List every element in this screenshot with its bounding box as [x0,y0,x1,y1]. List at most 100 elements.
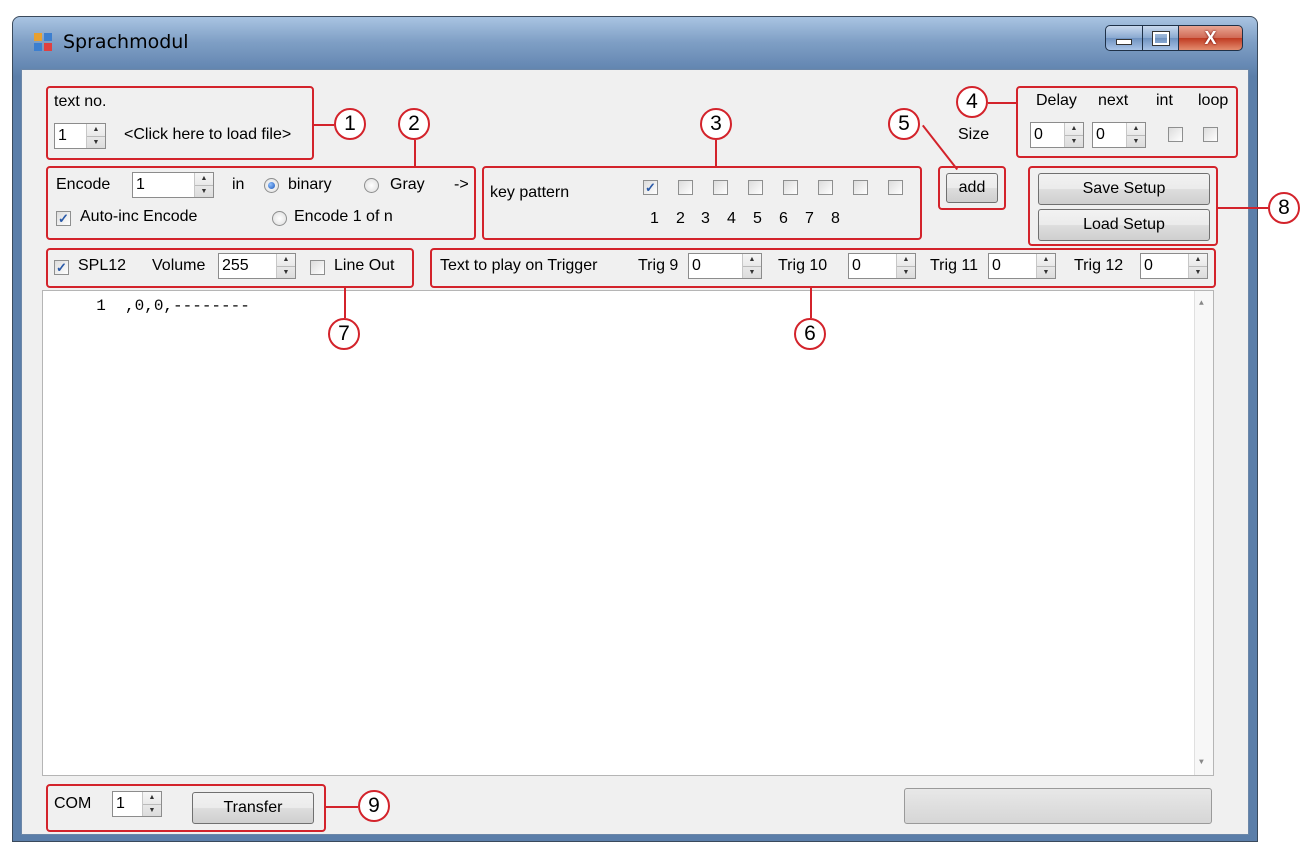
key-checkbox-8[interactable] [888,180,903,195]
trig12-value[interactable]: 0 [1141,254,1188,278]
spin-down-icon[interactable]: ▼ [143,803,161,817]
delay-spinner[interactable]: 0 ▲ ▼ [1030,122,1084,148]
callout-8: 8 [1268,192,1300,224]
key-number-3: 3 [701,210,710,227]
callout-2-line [414,140,416,168]
minimize-icon [1116,39,1132,45]
autoinc-label: Auto-inc Encode [80,208,198,225]
key-number-6: 6 [779,210,788,227]
spin-up-icon[interactable]: ▲ [195,173,213,185]
key-checkbox-7[interactable] [853,180,868,195]
binary-radio[interactable] [264,178,279,193]
spl12-checkbox[interactable]: ✓ [54,260,69,275]
trig10-label: Trig 10 [778,257,828,274]
spin-down-icon[interactable]: ▼ [1189,265,1207,279]
trig9-label: Trig 9 [638,257,679,274]
lineout-label: Line Out [334,257,395,274]
transfer-button[interactable]: Transfer [192,792,314,824]
trig12-label: Trig 12 [1074,257,1124,274]
int-label: int [1156,92,1173,109]
key-checkbox-3[interactable] [713,180,728,195]
encode1ofn-radio[interactable] [272,211,287,226]
encode-label: Encode [56,176,111,193]
key-number-7: 7 [805,210,814,227]
com-spinner[interactable]: 1 ▲ ▼ [112,791,162,817]
window-title: Sprachmodul [63,31,189,53]
encode-value[interactable]: 1 [133,173,194,197]
in-label: in [232,176,245,193]
int-checkbox[interactable] [1168,127,1183,142]
trig9-value[interactable]: 0 [689,254,742,278]
text-no-value[interactable]: 1 [55,124,86,148]
transfer-progress-bar [904,788,1212,824]
maximize-button[interactable] [1143,25,1179,51]
trig12-spinner[interactable]: 0 ▲ ▼ [1140,253,1208,279]
next-value[interactable]: 0 [1093,123,1126,147]
key-pattern-group [482,166,922,240]
spin-up-icon[interactable]: ▲ [87,124,105,136]
spin-down-icon[interactable]: ▼ [1127,134,1145,148]
load-file-link[interactable]: <Click here to load file> [124,126,291,144]
callout-1: 1 [334,108,366,140]
gray-label: Gray [390,176,425,193]
spl12-label: SPL12 [78,257,127,274]
key-number-8: 8 [831,210,840,227]
key-number-1: 1 [650,210,659,227]
close-icon: X [1204,27,1217,48]
callout-5: 5 [888,108,920,140]
spin-up-icon[interactable]: ▲ [743,254,761,266]
com-label: COM [54,795,92,812]
close-button[interactable]: X [1179,25,1243,51]
loop-checkbox[interactable] [1203,127,1218,142]
load-setup-button[interactable]: Load Setup [1038,209,1210,241]
spin-down-icon[interactable]: ▼ [277,265,295,279]
key-checkbox-6[interactable] [818,180,833,195]
volume-spinner[interactable]: 255 ▲ ▼ [218,253,296,279]
spin-up-icon[interactable]: ▲ [1065,123,1083,135]
trig11-value[interactable]: 0 [989,254,1036,278]
spin-up-icon[interactable]: ▲ [897,254,915,266]
minimize-button[interactable] [1105,25,1143,51]
spin-down-icon[interactable]: ▼ [1065,134,1083,148]
callout-2: 2 [398,108,430,140]
spin-up-icon[interactable]: ▲ [1127,123,1145,135]
trig9-spinner[interactable]: 0 ▲ ▼ [688,253,762,279]
add-button[interactable]: add [946,173,998,203]
delay-value[interactable]: 0 [1031,123,1064,147]
spin-down-icon[interactable]: ▼ [897,265,915,279]
spin-down-icon[interactable]: ▼ [87,135,105,149]
spin-up-icon[interactable]: ▲ [277,254,295,266]
key-checkbox-5[interactable] [783,180,798,195]
spin-down-icon[interactable]: ▼ [195,184,213,198]
autoinc-checkbox[interactable]: ✓ [56,211,71,226]
lineout-checkbox[interactable] [310,260,325,275]
encode-spinner[interactable]: 1 ▲ ▼ [132,172,214,198]
text-no-label: text no. [54,93,107,110]
callout-7: 7 [328,318,360,350]
spin-down-icon[interactable]: ▼ [1037,265,1055,279]
script-editor[interactable]: 1 ,0,0,-------- ▲ ▼ [42,290,1214,776]
trig10-spinner[interactable]: 0 ▲ ▼ [848,253,916,279]
key-checkbox-2[interactable] [678,180,693,195]
next-spinner[interactable]: 0 ▲ ▼ [1092,122,1146,148]
window-controls: X [1105,25,1243,53]
gray-radio[interactable] [364,178,379,193]
key-checkbox-4[interactable] [748,180,763,195]
com-value[interactable]: 1 [113,792,142,816]
editor-scrollbar[interactable]: ▲ ▼ [1194,291,1213,775]
spin-up-icon[interactable]: ▲ [1037,254,1055,266]
text-no-spinner[interactable]: 1 ▲ ▼ [54,123,106,149]
save-setup-button[interactable]: Save Setup [1038,173,1210,205]
trig11-spinner[interactable]: 0 ▲ ▼ [988,253,1056,279]
scroll-down-icon[interactable]: ▼ [1199,758,1204,767]
key-checkbox-1[interactable]: ✓ [643,180,658,195]
volume-value[interactable]: 255 [219,254,276,278]
scroll-up-icon[interactable]: ▲ [1199,299,1204,308]
spin-down-icon[interactable]: ▼ [743,265,761,279]
spin-up-icon[interactable]: ▲ [143,792,161,804]
spin-up-icon[interactable]: ▲ [1189,254,1207,266]
title-bar[interactable]: Sprachmodul X [13,17,1257,69]
app-icon [33,32,53,52]
radio-dot [268,182,275,189]
trig10-value[interactable]: 0 [849,254,896,278]
